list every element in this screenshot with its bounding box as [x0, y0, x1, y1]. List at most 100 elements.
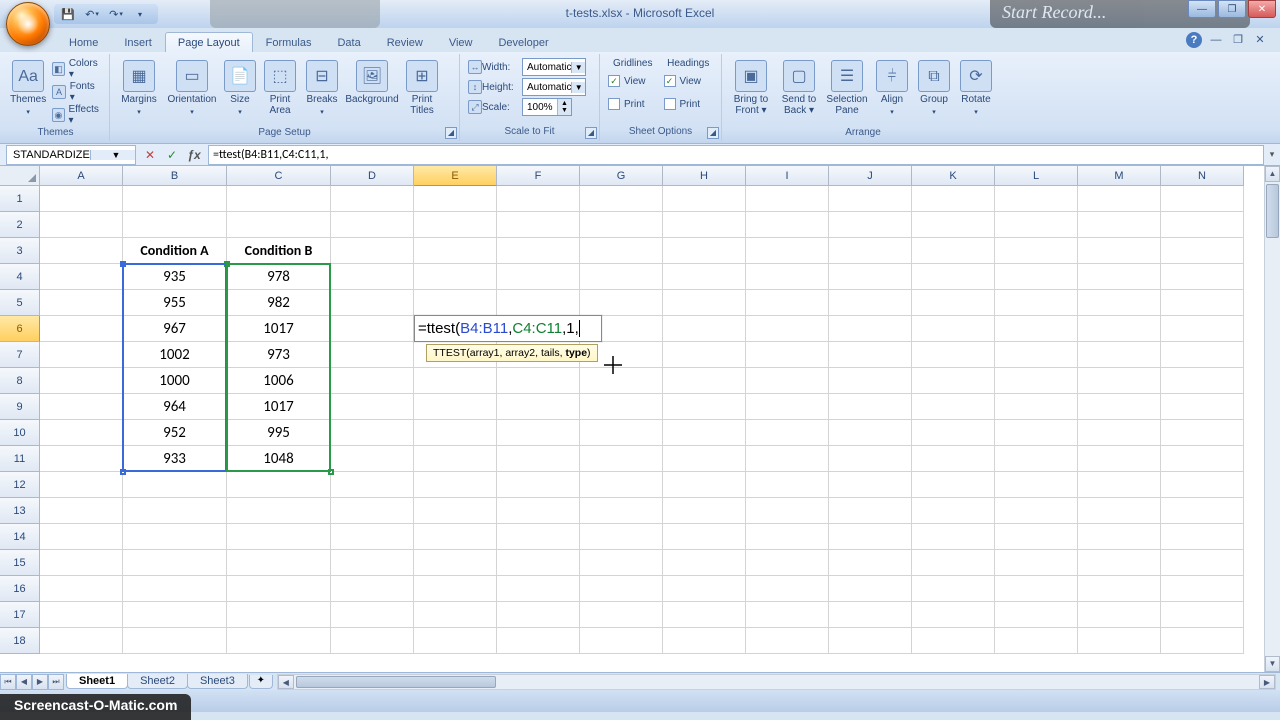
print-area-button[interactable]: ⬚Print Area	[260, 56, 300, 126]
sheet-tab-2[interactable]: Sheet2	[127, 674, 188, 689]
cell-G18[interactable]	[580, 628, 663, 654]
cell-B4[interactable]: 935	[123, 264, 227, 290]
cell-D13[interactable]	[331, 498, 414, 524]
cell-M17[interactable]	[1078, 602, 1161, 628]
cell-K3[interactable]	[912, 238, 995, 264]
rotate-button[interactable]: ⟳Rotate▾	[956, 56, 996, 126]
print-titles-button[interactable]: ⊞Print Titles	[402, 56, 442, 126]
bring-to-front-button[interactable]: ▣Bring to Front ▾	[728, 56, 774, 126]
cell-F5[interactable]	[497, 290, 580, 316]
cell-M10[interactable]	[1078, 420, 1161, 446]
cell-M6[interactable]	[1078, 316, 1161, 342]
cell-B8[interactable]: 1000	[123, 368, 227, 394]
effects-button[interactable]: ◉Effects ▾	[50, 104, 103, 126]
cell-E18[interactable]	[414, 628, 497, 654]
cell-J2[interactable]	[829, 212, 912, 238]
cell-H11[interactable]	[663, 446, 746, 472]
cell-A14[interactable]	[40, 524, 123, 550]
cell-A16[interactable]	[40, 576, 123, 602]
cell-J10[interactable]	[829, 420, 912, 446]
cell-K7[interactable]	[912, 342, 995, 368]
cell-G12[interactable]	[580, 472, 663, 498]
cell-N17[interactable]	[1161, 602, 1244, 628]
cell-H10[interactable]	[663, 420, 746, 446]
cell-M2[interactable]	[1078, 212, 1161, 238]
scroll-thumb[interactable]	[296, 676, 496, 688]
cell-B16[interactable]	[123, 576, 227, 602]
cell-B12[interactable]	[123, 472, 227, 498]
tab-page-layout[interactable]: Page Layout	[165, 32, 253, 52]
cell-I6[interactable]	[746, 316, 829, 342]
cell-C18[interactable]	[227, 628, 331, 654]
cell-F16[interactable]	[497, 576, 580, 602]
cell-C5[interactable]: 982	[227, 290, 331, 316]
cell-L4[interactable]	[995, 264, 1078, 290]
cell-I3[interactable]	[746, 238, 829, 264]
scroll-left-button[interactable]: ◀	[278, 675, 294, 689]
cell-N1[interactable]	[1161, 186, 1244, 212]
cell-F1[interactable]	[497, 186, 580, 212]
cell-E2[interactable]	[414, 212, 497, 238]
cell-D8[interactable]	[331, 368, 414, 394]
workbook-close-button[interactable]: ✕	[1252, 32, 1268, 48]
cell-F18[interactable]	[497, 628, 580, 654]
cell-F10[interactable]	[497, 420, 580, 446]
ribbon-minimize-button[interactable]: —	[1208, 32, 1224, 48]
cell-L7[interactable]	[995, 342, 1078, 368]
cell-J16[interactable]	[829, 576, 912, 602]
cell-E17[interactable]	[414, 602, 497, 628]
cell-E5[interactable]	[414, 290, 497, 316]
window-close-button[interactable]: ✕	[1248, 0, 1276, 18]
tab-data[interactable]: Data	[324, 32, 373, 52]
page-setup-dialog-launcher[interactable]: ◢	[445, 127, 457, 139]
cell-H5[interactable]	[663, 290, 746, 316]
cell-M11[interactable]	[1078, 446, 1161, 472]
cell-H6[interactable]	[663, 316, 746, 342]
sheet-tab-3[interactable]: Sheet3	[187, 674, 248, 689]
cell-C3[interactable]: Condition B	[227, 238, 331, 264]
cell-D17[interactable]	[331, 602, 414, 628]
cell-L15[interactable]	[995, 550, 1078, 576]
row-header-15[interactable]: 15	[0, 550, 40, 576]
cell-F4[interactable]	[497, 264, 580, 290]
cell-B10[interactable]: 952	[123, 420, 227, 446]
cell-editor[interactable]: =ttest(B4:B11,C4:C11,1,	[414, 315, 602, 342]
cell-I13[interactable]	[746, 498, 829, 524]
cell-K13[interactable]	[912, 498, 995, 524]
cell-C8[interactable]: 1006	[227, 368, 331, 394]
cell-H2[interactable]	[663, 212, 746, 238]
breaks-button[interactable]: ⊟Breaks▾	[302, 56, 342, 126]
cell-G10[interactable]	[580, 420, 663, 446]
cell-E3[interactable]	[414, 238, 497, 264]
cell-J4[interactable]	[829, 264, 912, 290]
cell-A5[interactable]	[40, 290, 123, 316]
cell-H14[interactable]	[663, 524, 746, 550]
cell-I16[interactable]	[746, 576, 829, 602]
cell-J3[interactable]	[829, 238, 912, 264]
cell-I8[interactable]	[746, 368, 829, 394]
cell-M16[interactable]	[1078, 576, 1161, 602]
colors-button[interactable]: ◧Colors ▾	[50, 58, 103, 80]
scroll-right-button[interactable]: ▶	[1259, 675, 1275, 689]
column-header-B[interactable]: B	[123, 166, 227, 186]
cell-I1[interactable]	[746, 186, 829, 212]
cell-N18[interactable]	[1161, 628, 1244, 654]
cell-G3[interactable]	[580, 238, 663, 264]
cell-C9[interactable]: 1017	[227, 394, 331, 420]
column-header-H[interactable]: H	[663, 166, 746, 186]
cell-H7[interactable]	[663, 342, 746, 368]
cell-A18[interactable]	[40, 628, 123, 654]
cell-M15[interactable]	[1078, 550, 1161, 576]
cell-A15[interactable]	[40, 550, 123, 576]
tab-review[interactable]: Review	[374, 32, 436, 52]
row-header-12[interactable]: 12	[0, 472, 40, 498]
cell-L11[interactable]	[995, 446, 1078, 472]
selection-pane-button[interactable]: ☰Selection Pane	[824, 56, 870, 126]
cell-N10[interactable]	[1161, 420, 1244, 446]
cell-L18[interactable]	[995, 628, 1078, 654]
cell-E12[interactable]	[414, 472, 497, 498]
row-header-3[interactable]: 3	[0, 238, 40, 264]
cell-H18[interactable]	[663, 628, 746, 654]
size-button[interactable]: 📄Size▾	[222, 56, 258, 126]
row-header-18[interactable]: 18	[0, 628, 40, 654]
